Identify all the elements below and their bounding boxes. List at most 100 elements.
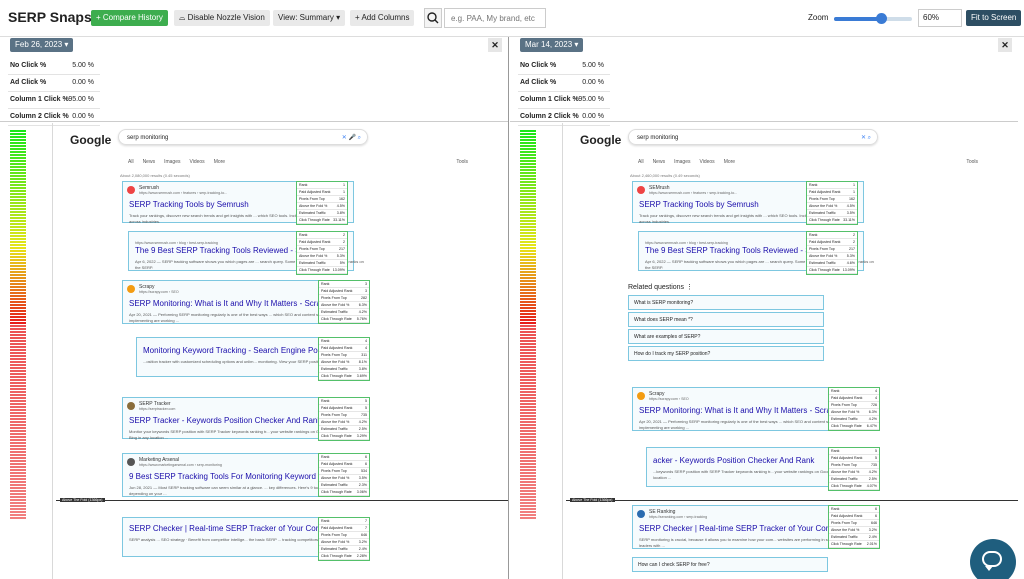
chevron-down-icon: ▾ (574, 40, 579, 49)
heatbar-segment (520, 487, 536, 489)
heatbar-segment (520, 157, 536, 159)
paa-question[interactable]: What are examples of SERP? (628, 329, 824, 344)
view-select[interactable]: View: Summary ▾ (273, 10, 346, 26)
disable-nozzle-vision-button[interactable]: ⌓ Disable Nozzle Vision (174, 10, 270, 26)
favicon-icon (637, 186, 645, 194)
heatbar-segment (520, 163, 536, 165)
heatbar-segment (10, 163, 26, 165)
heatbar-segment (520, 475, 536, 477)
heatbar-segment (10, 439, 26, 441)
google-tools: Tools (966, 159, 978, 165)
heatbar-segment (10, 301, 26, 303)
heatbar-segment (520, 499, 536, 501)
heatbar-segment (10, 262, 26, 264)
heatbar-segment (520, 133, 536, 135)
heatbar-segment (520, 181, 536, 183)
heatbar-segment (10, 403, 26, 405)
heatbar-segment (10, 217, 26, 219)
heatbar-segment (10, 238, 26, 240)
heatbar-segment (520, 478, 536, 480)
heatbar-segment (10, 166, 26, 168)
heatbar-segment (520, 442, 536, 444)
heatbar-segment (520, 421, 536, 423)
rank-heatbar (10, 130, 26, 525)
heatbar-segment (10, 400, 26, 402)
above-the-fold-line: Above The Fold (1366px) (566, 498, 1018, 502)
heatbar-segment (520, 493, 536, 495)
heatbar-segment (520, 343, 536, 345)
filter-search-input[interactable] (444, 8, 546, 28)
heatbar-segment (10, 220, 26, 222)
heatbar-segment (10, 289, 26, 291)
metric-row: Column 2 Click % 0.00 % (8, 109, 100, 126)
heatbar-segment (520, 469, 536, 471)
heatbar-segment (520, 235, 536, 237)
paa-question[interactable]: How can I check SERP for free? (632, 557, 828, 572)
heatbar-segment (520, 211, 536, 213)
heatbar-segment (10, 433, 26, 435)
result-metrics: Rank 6 Paid Adjusted Rank 6 Pixels From To… (828, 505, 880, 549)
heatbar-segment (10, 466, 26, 468)
close-icon[interactable]: ✕ (488, 38, 502, 52)
heatbar-segment (520, 379, 536, 381)
date-select[interactable]: Feb 26, 2023 ▾ (10, 38, 74, 52)
heatbar-segment (520, 253, 536, 255)
heatbar-segment (10, 364, 26, 366)
heatbar-segment (10, 391, 26, 393)
snapshot-panel-left: Feb 26, 2023 ▾ ✕ No Click % 5.00 % Ad Cli… (0, 37, 509, 579)
rank-heatbar (520, 130, 536, 525)
heatbar-segment (10, 307, 26, 309)
zoom-value-input[interactable]: 60% (918, 9, 962, 27)
chevron-down-icon: ▾ (64, 40, 69, 49)
heatbar-segment (520, 430, 536, 432)
google-search-box: serp monitoring ✕ ⌕ (628, 129, 878, 145)
heatbar-segment (520, 388, 536, 390)
heatbar-segment (10, 304, 26, 306)
heatbar-segment (10, 358, 26, 360)
heatbar-segment (10, 343, 26, 345)
heatbar-segment (520, 262, 536, 264)
date-select[interactable]: Mar 14, 2023 ▾ (520, 38, 584, 52)
zoom-slider[interactable] (834, 13, 912, 24)
heatbar-segment (10, 277, 26, 279)
heatbar-segment (520, 331, 536, 333)
heatbar-segment (520, 370, 536, 372)
google-tools: Tools (456, 159, 468, 165)
paa-question[interactable]: What is SERP monitoring? (628, 295, 824, 310)
close-icon[interactable]: ✕ (998, 38, 1012, 52)
heatbar-segment (10, 454, 26, 456)
heatbar-segment (520, 289, 536, 291)
heatbar-segment (520, 502, 536, 504)
zoom-slider-thumb[interactable] (875, 13, 887, 24)
heatbar-segment (10, 517, 26, 519)
metric-row: Ad Click % 0.00 % (8, 75, 100, 92)
favicon-icon (127, 285, 135, 293)
paa-question[interactable]: How do I track my SERP position? (628, 346, 824, 361)
paa-question[interactable]: What does SERP mean *? (628, 312, 824, 327)
heatbar-segment (10, 448, 26, 450)
heatbar-segment (10, 328, 26, 330)
heatbar-segment (10, 319, 26, 321)
heatbar-segment (10, 388, 26, 390)
heatbar-segment (520, 463, 536, 465)
heatbar-segment (520, 451, 536, 453)
heatbar-segment (520, 223, 536, 225)
heatbar-segment (520, 310, 536, 312)
heatbar-segment (520, 454, 536, 456)
compare-history-button[interactable]: + Compare History (91, 10, 168, 26)
heatbar-segment (10, 361, 26, 363)
heatbar-segment (520, 481, 536, 483)
chat-button[interactable] (970, 539, 1016, 579)
fit-to-screen-button[interactable]: Fit to Screen (966, 10, 1022, 26)
heatbar-segment (10, 475, 26, 477)
heatbar-segment (10, 286, 26, 288)
search-icon[interactable] (424, 8, 442, 28)
heatbar-segment (520, 205, 536, 207)
heatbar-segment (10, 133, 26, 135)
snapshot-panel-right: Mar 14, 2023 ▾ ✕ No Click % 5.00 % Ad Cli… (510, 37, 1018, 579)
heatbar-segment (520, 355, 536, 357)
add-columns-button[interactable]: + Add Columns (350, 10, 415, 26)
heatbar-segment (520, 247, 536, 249)
favicon-icon (127, 186, 135, 194)
heatbar-segment (10, 202, 26, 204)
